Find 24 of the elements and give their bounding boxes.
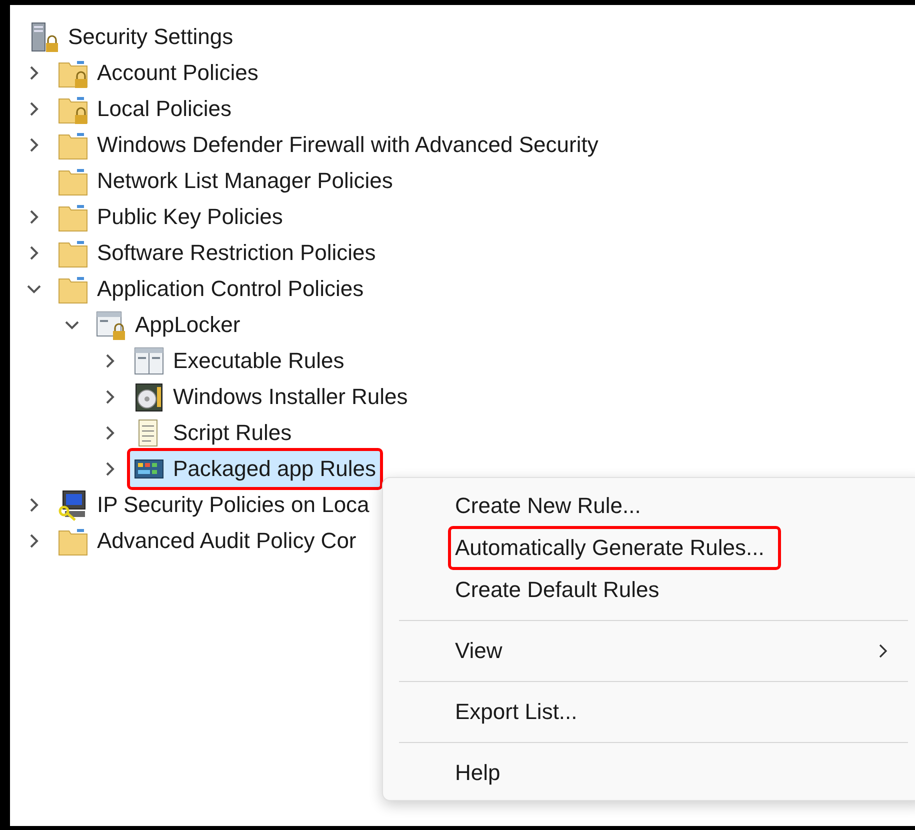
tree-item[interactable]: Account Policies (54, 55, 262, 91)
tree-item[interactable]: Software Restriction Policies (54, 235, 380, 271)
tree-item[interactable]: Security Settings (25, 19, 238, 55)
disc-box-icon (133, 381, 165, 413)
menu-item[interactable]: Automatically Generate Rules... (399, 527, 908, 569)
tree-item[interactable]: AppLocker (92, 307, 244, 343)
tree-item[interactable]: Script Rules (130, 415, 296, 451)
tree-item[interactable]: IP Security Policies on Loca (54, 487, 374, 523)
tree-item[interactable]: Public Key Policies (54, 199, 287, 235)
tree-item[interactable]: Windows Defender Firewall with Advanced Security (54, 127, 602, 163)
menu-item[interactable]: Export List... (399, 691, 908, 733)
tree-item[interactable]: Packaged app Rules (130, 451, 380, 487)
tree-item[interactable]: Local Policies (54, 91, 236, 127)
menu-item[interactable]: View (399, 630, 908, 672)
menu-item[interactable]: Create Default Rules (399, 569, 908, 611)
window-icon (133, 345, 165, 377)
window-lock-icon (95, 309, 127, 341)
tree-item[interactable]: Advanced Audit Policy Cor (54, 523, 360, 559)
tree-item[interactable]: Windows Installer Rules (130, 379, 412, 415)
menu-item[interactable]: Help (399, 752, 908, 794)
tree-item[interactable]: Network List Manager Policies (54, 163, 397, 199)
tree-item[interactable]: Application Control Policies (54, 271, 368, 307)
menu-item[interactable]: Create New Rule... (399, 485, 908, 527)
tree-item[interactable]: Executable Rules (130, 343, 348, 379)
